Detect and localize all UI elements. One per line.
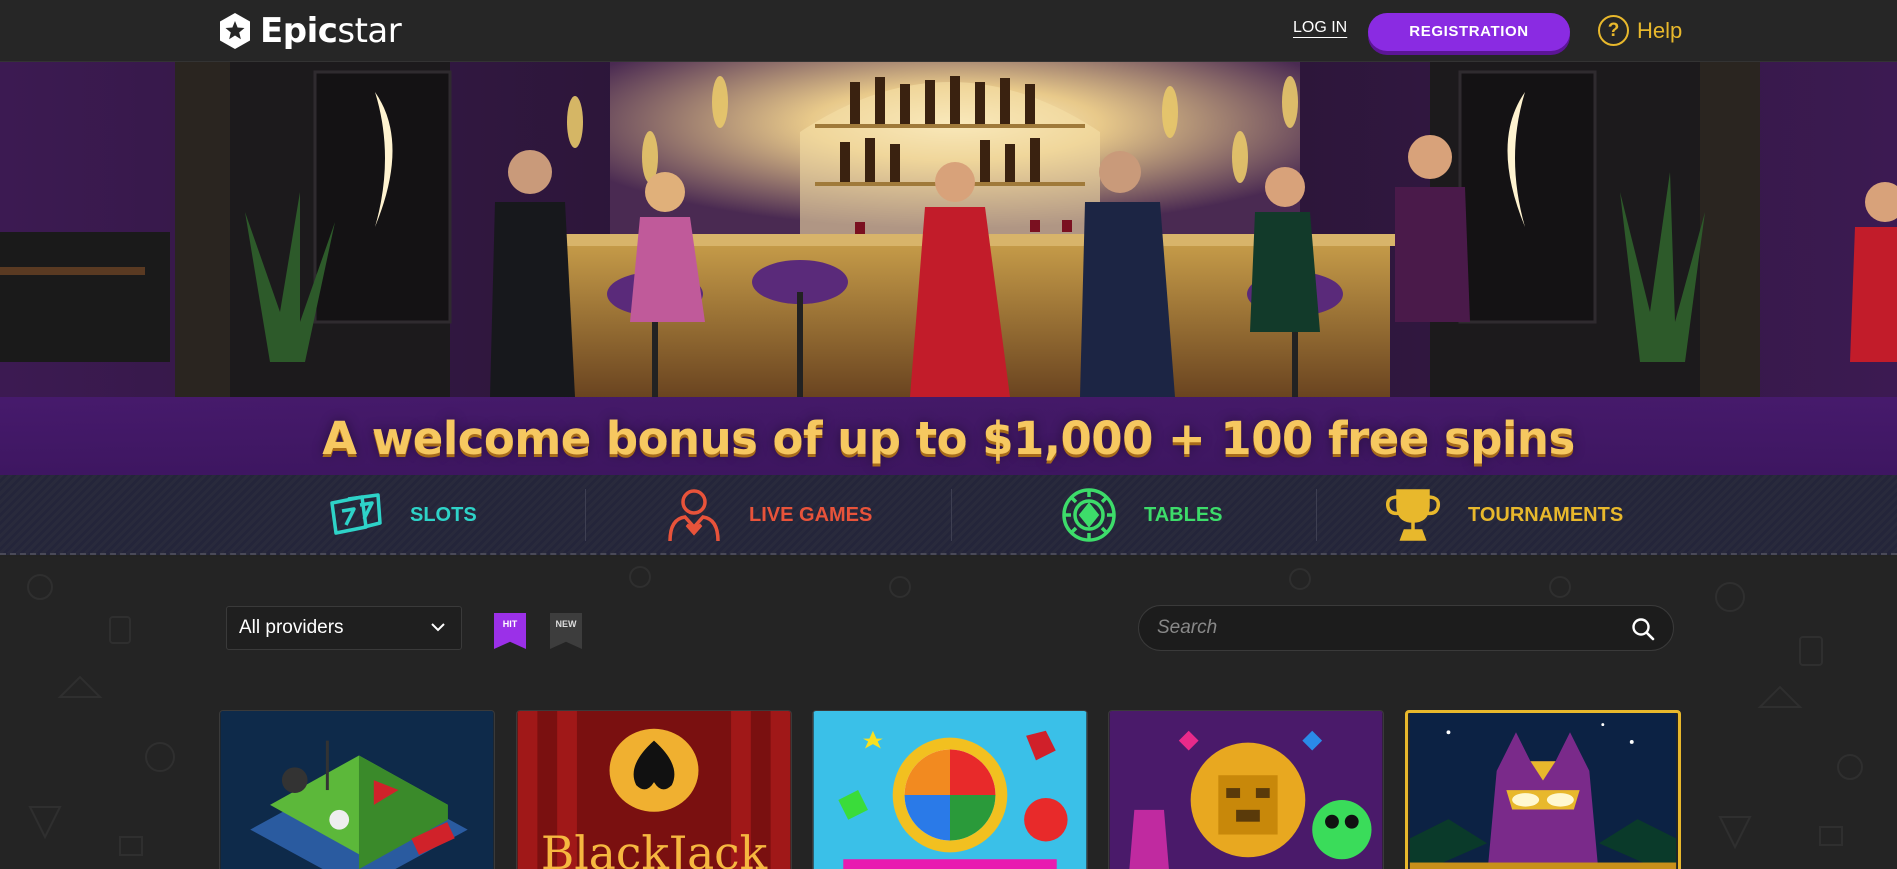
game-thumbnail-aztec [1109, 711, 1383, 869]
slot-cherry-icon [330, 493, 382, 535]
game-thumbnail-candy-wheel [813, 711, 1087, 869]
games-section: All providers HIT NEW Search BlackJack [0, 557, 1897, 869]
trophy-icon [1385, 489, 1441, 541]
hero-title: A welcome bonus of up to $1,000 + 100 fr… [322, 412, 1575, 465]
provider-select[interactable]: All providers [226, 606, 462, 650]
chevron-down-icon [431, 623, 445, 632]
game-thumbnail-egyptian-cat [1409, 713, 1677, 869]
game-tile[interactable] [1405, 710, 1681, 869]
category-divider [951, 489, 952, 541]
category-label: SLOTS [410, 503, 477, 526]
hero-banner[interactable]: A welcome bonus of up to $1,000 + 100 fr… [0, 62, 1897, 475]
question-circle-icon: ? [1598, 15, 1629, 46]
category-tournaments[interactable]: TOURNAMENTS [1384, 487, 1623, 543]
game-thumbnail-golf [220, 711, 494, 869]
game-tile[interactable] [219, 710, 495, 869]
category-tables[interactable]: TABLES [1060, 487, 1223, 543]
top-header: Epicstar LOG IN REGISTRATION ? Help [0, 0, 1897, 62]
search-box [1138, 605, 1674, 651]
category-slots[interactable]: SLOTS [326, 487, 477, 543]
help-label: Help [1637, 17, 1683, 43]
star-badge-icon [220, 13, 250, 49]
category-nav: SLOTS LIVE GAMES TABLES TOURNAMENTS [0, 475, 1897, 555]
dealer-icon [668, 489, 720, 542]
epicstar-logo[interactable]: Epicstar [218, 11, 402, 51]
search-input[interactable] [1157, 606, 1597, 650]
category-divider [1316, 489, 1317, 541]
login-link[interactable]: LOG IN [1293, 19, 1347, 37]
casino-chip-icon [1062, 488, 1116, 542]
game-title: BlackJack [541, 827, 768, 869]
category-label: LIVE GAMES [749, 503, 873, 526]
logo-wordmark: Epicstar [260, 11, 402, 51]
game-thumbnail-blackjack: BlackJack [517, 711, 791, 869]
category-label: TABLES [1144, 503, 1223, 526]
category-divider [585, 489, 586, 541]
category-label: TOURNAMENTS [1468, 503, 1624, 526]
search-icon[interactable] [1631, 617, 1655, 641]
category-live-games[interactable]: LIVE GAMES [665, 487, 872, 543]
registration-button[interactable]: REGISTRATION [1368, 13, 1570, 51]
game-tile[interactable] [1108, 710, 1384, 869]
help-link[interactable]: ? Help [1598, 15, 1682, 46]
provider-select-value: All providers [239, 617, 344, 638]
game-tile[interactable] [812, 710, 1088, 869]
game-tile[interactable]: BlackJack [516, 710, 792, 869]
